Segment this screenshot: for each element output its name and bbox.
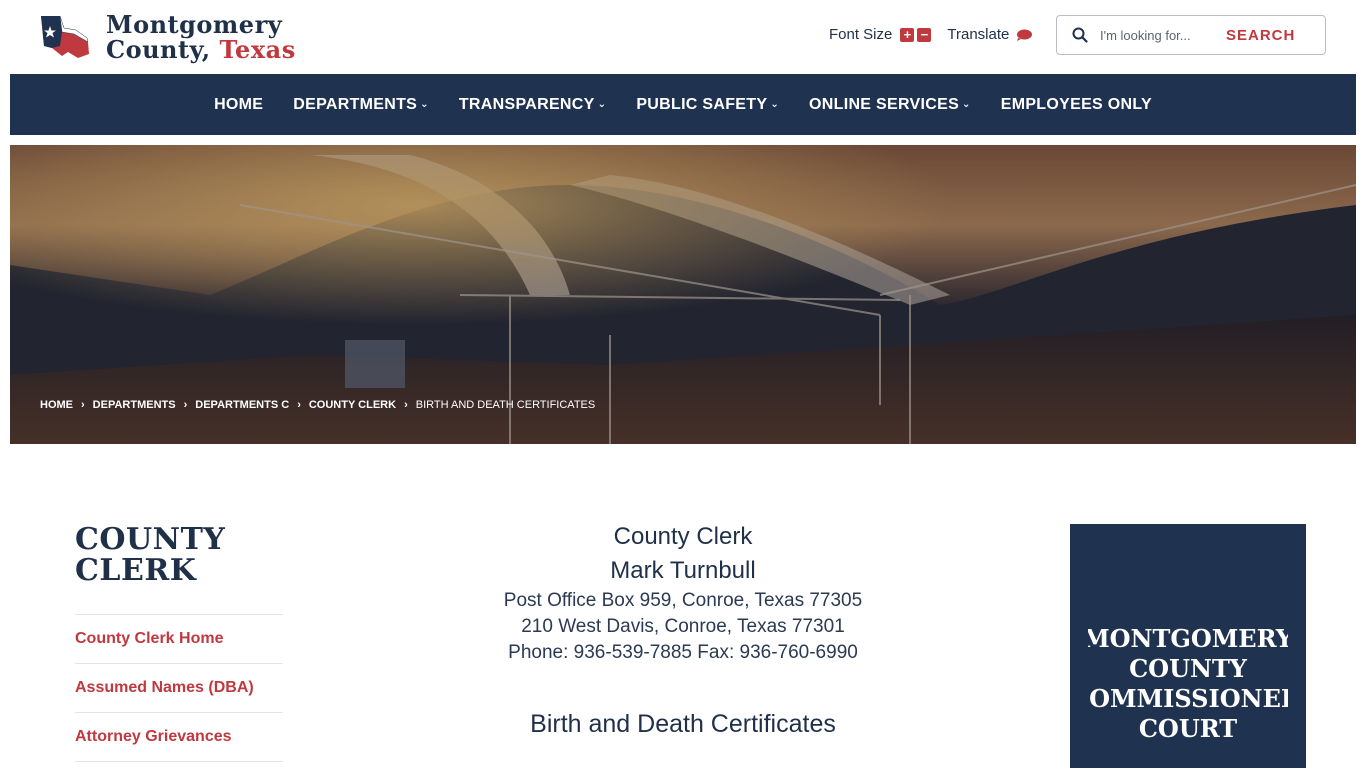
- sidebar-title: COUNTY CLERK: [75, 524, 283, 586]
- promo-line: MONTGOMERY: [1088, 624, 1288, 653]
- commissioners-court-promo[interactable]: MONTGOMERY COUNTY COMMISSIONERS COURT: [1070, 524, 1306, 768]
- sidebar-link-assumed-names[interactable]: Assumed Names (DBA): [75, 664, 283, 713]
- nav-home[interactable]: HOME: [214, 96, 263, 114]
- main-nav: HOME DEPARTMENTS ⌄ TRANSPARENCY ⌄ PUBLIC S…: [10, 74, 1356, 135]
- official-name: Mark Turnbull: [610, 557, 756, 584]
- chevron-down-icon: ⌄: [962, 99, 971, 110]
- sidebar-title-line1: COUNTY: [75, 522, 226, 557]
- breadcrumb-current: BIRTH AND DEATH CERTIFICATES: [415, 399, 596, 411]
- logo-wordmark: Montgomery County, Texas: [106, 12, 296, 62]
- logo-county: County,: [106, 35, 220, 64]
- promo-line: COURT: [1138, 714, 1238, 743]
- chevron-down-icon: ⌄: [770, 99, 780, 110]
- breadcrumb: HOME › DEPARTMENTS › DEPARTMENTS C › COU…: [40, 399, 595, 411]
- site-logo[interactable]: Montgomery County, Texas: [38, 12, 296, 62]
- sidebar-link-attorney-grievances[interactable]: Attorney Grievances: [75, 713, 283, 762]
- search-box: SEARCH: [1056, 15, 1326, 55]
- search-icon[interactable]: [1072, 27, 1088, 43]
- font-size-label: Font Size: [829, 26, 893, 43]
- logo-line1: Montgomery: [106, 10, 283, 39]
- nav-public-safety[interactable]: PUBLIC SAFETY ⌄: [636, 96, 779, 114]
- main-content: County Clerk Mark Turnbull Post Office B…: [440, 520, 926, 740]
- promo-line: COUNTY: [1129, 654, 1247, 683]
- chat-bubble-icon: [1017, 29, 1033, 41]
- breadcrumb-separator-icon: ›: [404, 399, 408, 411]
- mailing-address: Post Office Box 959, Conroe, Texas 77305: [503, 590, 863, 611]
- breadcrumb-separator-icon: ›: [81, 399, 85, 411]
- nav-employees-only[interactable]: EMPLOYEES ONLY: [1001, 96, 1152, 114]
- office-title: County Clerk: [613, 523, 753, 550]
- site-header: Montgomery County, Texas Font Size + − T…: [0, 0, 1366, 74]
- breadcrumb-departments[interactable]: DEPARTMENTS: [93, 399, 176, 411]
- translate-label: Translate: [947, 26, 1010, 43]
- breadcrumb-separator-icon: ›: [297, 399, 301, 411]
- utility-bar: Font Size + − Translate: [829, 26, 1033, 43]
- nav-label: EMPLOYEES ONLY: [1000, 95, 1152, 113]
- contact-phone-fax: Phone: 936-539-7885 Fax: 936-760-6990: [508, 642, 858, 663]
- font-size-control: Font Size + −: [829, 26, 932, 43]
- promo-text: MONTGOMERY COUNTY COMMISSIONERS COURT: [1088, 624, 1288, 744]
- promo-line: COMMISSIONERS: [1088, 684, 1288, 713]
- nav-label: TRANSPARENCY: [458, 95, 595, 113]
- chevron-down-icon: ⌄: [420, 99, 429, 110]
- nav-label: ONLINE SERVICES: [809, 95, 960, 113]
- hero-banner: HOME › DEPARTMENTS › DEPARTMENTS C › COU…: [10, 145, 1356, 444]
- chevron-down-icon: ⌄: [597, 99, 607, 110]
- translate-button[interactable]: Translate: [947, 26, 1033, 43]
- nav-label: HOME: [214, 95, 264, 113]
- breadcrumb-county-clerk[interactable]: COUNTY CLERK: [309, 399, 396, 411]
- font-decrease-icon[interactable]: −: [917, 27, 932, 42]
- logo-line2: County, Texas: [106, 37, 296, 62]
- sidebar-links: County Clerk Home Assumed Names (DBA) At…: [75, 614, 283, 762]
- logo-texas: Texas: [219, 35, 296, 64]
- nav-label: PUBLIC SAFETY: [636, 95, 768, 113]
- page-title: Birth and Death Certificates: [530, 710, 836, 738]
- nav-departments[interactable]: DEPARTMENTS ⌄: [293, 96, 429, 114]
- search-button[interactable]: SEARCH: [1226, 27, 1295, 44]
- promo-text-clip: MONTGOMERY COUNTY COMMISSIONERS COURT: [1088, 524, 1288, 768]
- nav-label: DEPARTMENTS: [293, 95, 418, 113]
- street-address: 210 West Davis, Conroe, Texas 77301: [521, 616, 845, 637]
- texas-flag-logo-icon: [41, 15, 89, 58]
- breadcrumb-home[interactable]: HOME: [40, 399, 73, 411]
- nav-transparency[interactable]: TRANSPARENCY ⌄: [459, 96, 606, 114]
- breadcrumb-separator-icon: ›: [183, 399, 188, 411]
- sidebar: COUNTY CLERK County Clerk Home Assumed N…: [75, 524, 283, 762]
- sidebar-title-line2: CLERK: [75, 553, 197, 588]
- nav-online-services[interactable]: ONLINE SERVICES ⌄: [809, 96, 971, 114]
- search-input[interactable]: [1100, 27, 1220, 43]
- font-increase-icon[interactable]: +: [900, 27, 915, 42]
- sidebar-link-county-clerk-home[interactable]: County Clerk Home: [75, 615, 283, 664]
- breadcrumb-departments-c[interactable]: DEPARTMENTS C: [195, 399, 289, 411]
